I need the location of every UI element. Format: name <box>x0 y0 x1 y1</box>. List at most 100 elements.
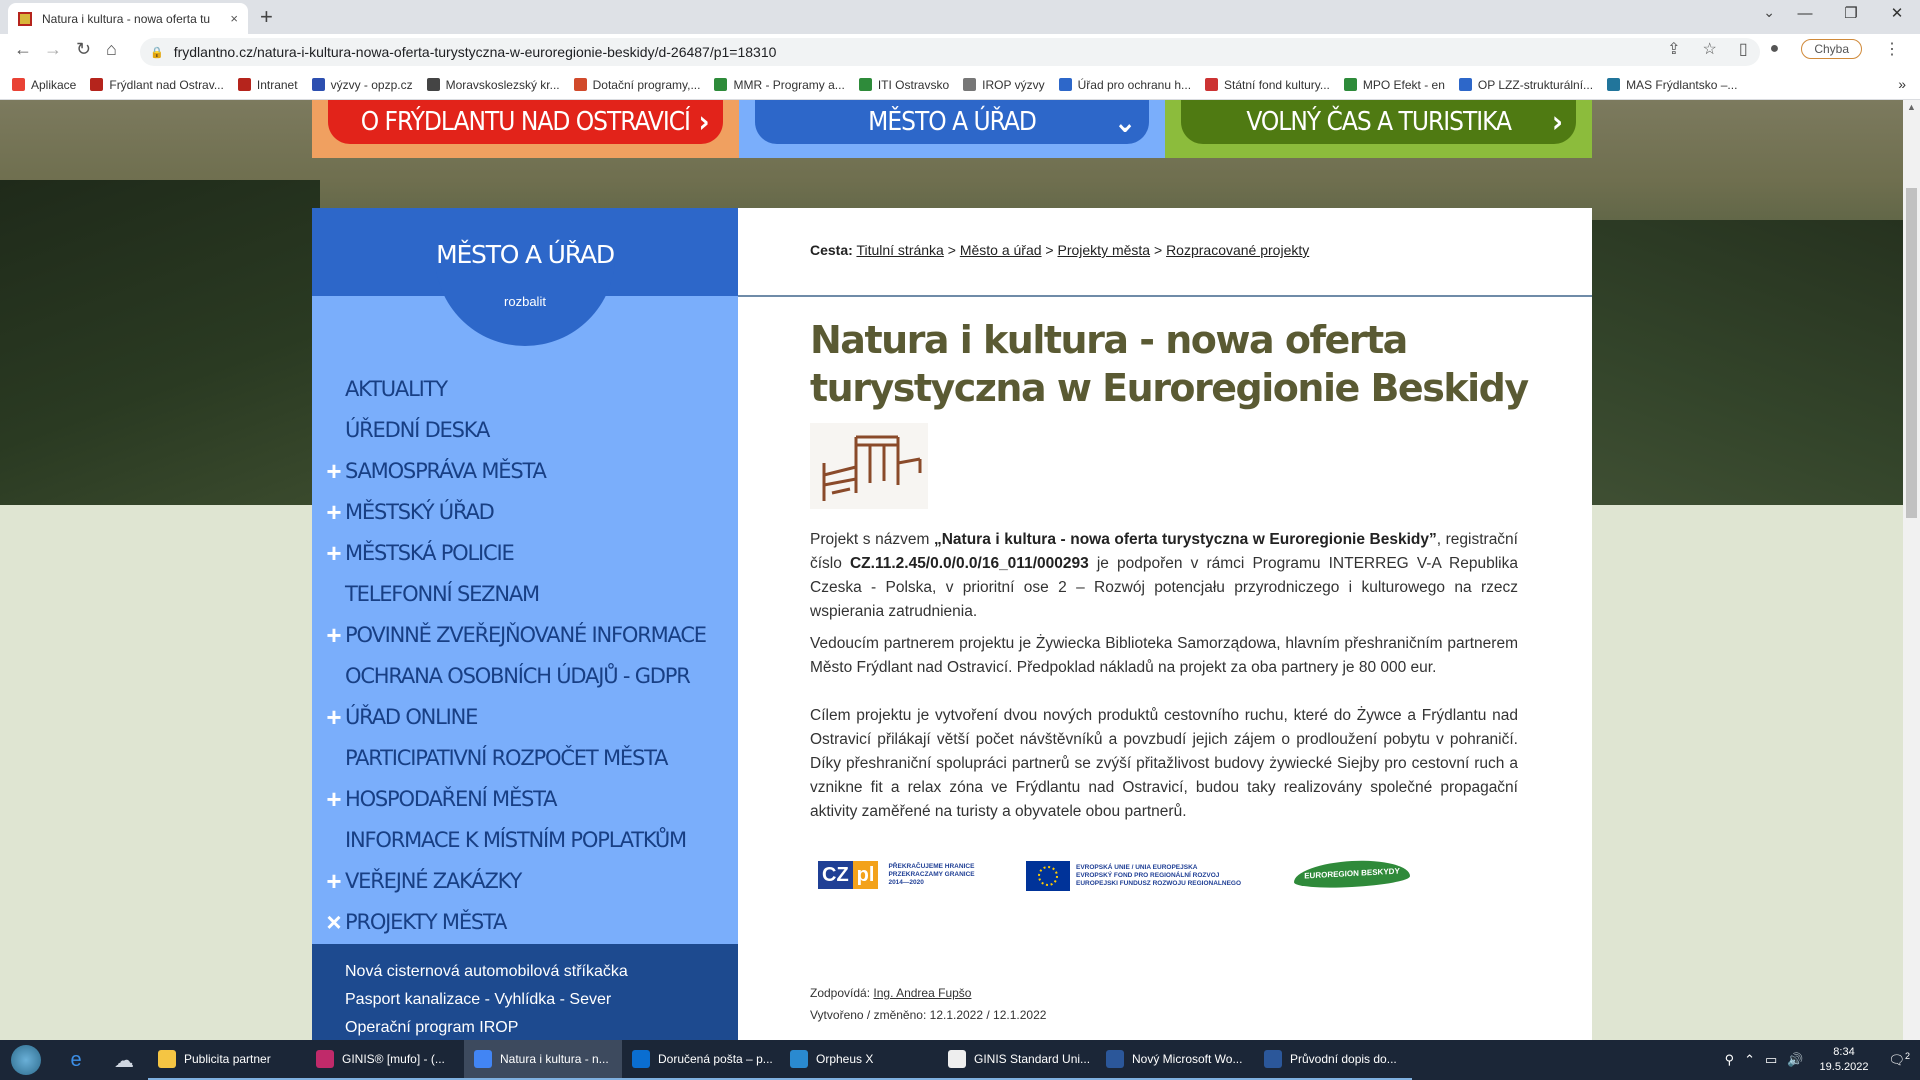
responsible-person-link[interactable]: Ing. Andrea Fupšo <box>873 986 971 1000</box>
bookmark-item[interactable]: Dotační programy,... <box>573 78 700 92</box>
sidebar-menu-item[interactable]: × PROJEKTY MĚSTA <box>312 901 738 942</box>
nav-volny-cas-button[interactable]: VOLNÝ ČAS A TURISTIKA › <box>1181 100 1577 144</box>
taskbar-window-label: GINIS Standard Uni... <box>974 1052 1091 1066</box>
sidebar-menu-item[interactable]: ÚŘEDNÍ DESKA <box>312 409 738 450</box>
taskbar-window-button[interactable]: Natura i kultura - n... <box>464 1040 622 1080</box>
bookmark-item[interactable]: Státní fond kultury... <box>1205 78 1330 92</box>
breadcrumb-link-projekty[interactable]: Projekty města <box>1058 242 1151 258</box>
back-arrow-icon[interactable]: ← <box>14 39 32 60</box>
start-button[interactable] <box>0 1040 52 1080</box>
close-window-button[interactable]: ✕ <box>1874 0 1920 30</box>
breadcrumb-link-home[interactable]: Titulní stránka <box>856 242 943 258</box>
bookmark-item[interactable]: výzvy - opzp.cz <box>311 78 413 92</box>
sidebar-menu-item[interactable]: + VEŘEJNÉ ZAKÁZKY <box>312 860 738 901</box>
nav-mesto-a-urad-button[interactable]: MĚSTO A ÚŘAD ⌄ <box>754 100 1150 144</box>
pinned-app-icon[interactable]: ☁ <box>100 1040 148 1080</box>
expand-plus-icon[interactable]: + <box>324 499 344 525</box>
sidebar-menu-label: PROJEKTY MĚSTA <box>345 909 507 934</box>
tray-overflow-icon[interactable]: ⌃ <box>1744 1052 1755 1068</box>
browser-tab-active[interactable]: Natura i kultura - nowa oferta tu × <box>8 3 248 34</box>
clock[interactable]: 8:34 19.5.2022 <box>1820 1045 1869 1075</box>
sidebar-menu-item[interactable]: + POVINNĚ ZVEŘEJŇOVANÉ INFORMACE <box>312 614 738 655</box>
bookmark-item[interactable]: OP LZZ-strukturální... <box>1458 78 1593 92</box>
expand-plus-icon[interactable]: + <box>324 540 344 566</box>
home-icon[interactable]: ⌂ <box>106 39 117 60</box>
taskbar-window-button[interactable]: Doručená pošta – p... <box>622 1040 780 1080</box>
taskbar-window-button[interactable]: GINIS® [mufo] - (... <box>306 1040 464 1080</box>
scroll-up-arrow-icon[interactable]: ▲ <box>1907 102 1916 112</box>
maximize-button[interactable]: ❐ <box>1828 0 1874 30</box>
profile-avatar-icon[interactable]: ● <box>1770 40 1780 58</box>
bookmark-star-icon[interactable]: ☆ <box>1702 39 1716 59</box>
sidebar-subitem-link[interactable]: Operační program IROP <box>345 1018 738 1040</box>
sidebar-menu-item[interactable]: + SAMOSPRÁVA MĚSTA <box>312 450 738 491</box>
bookmark-item[interactable]: Aplikace <box>12 78 76 92</box>
side-panel-icon[interactable]: ▯ <box>1739 39 1748 59</box>
network-icon[interactable]: ▭ <box>1765 1052 1777 1068</box>
browser-menu-icon[interactable]: ⋮ <box>1884 39 1900 59</box>
people-icon[interactable]: ⚲ <box>1725 1052 1735 1068</box>
taskbar-window-button[interactable]: Nový Microsoft Wo... <box>1096 1040 1254 1080</box>
breadcrumb-link-mesto[interactable]: Město a úřad <box>960 242 1042 258</box>
taskbar-window-button[interactable]: Publicita partner <box>148 1040 306 1080</box>
taskbar-window-button[interactable]: Průvodní dopis do... <box>1254 1040 1412 1080</box>
sidebar-menu-item[interactable]: + HOSPODAŘENÍ MĚSTA <box>312 778 738 819</box>
sidebar-menu-item[interactable]: AKTUALITY <box>312 368 738 409</box>
nav-mesto-a-urad-cell: MĚSTO A ÚŘAD ⌄ <box>738 100 1166 158</box>
expand-plus-icon[interactable]: + <box>324 622 344 648</box>
sidebar-menu-item[interactable]: INFORMACE K MÍSTNÍM POPLATKŮM <box>312 819 738 860</box>
bookmark-item[interactable]: MPO Efekt - en <box>1343 78 1445 92</box>
notifications-button[interactable]: 🗨2 <box>1888 1051 1910 1068</box>
tab-close-icon[interactable]: × <box>230 11 238 26</box>
sidebar-subitem-link[interactable]: Nová cisternová automobilová stříkačka <box>345 962 738 990</box>
expand-plus-icon[interactable]: + <box>324 458 344 484</box>
profile-error-button[interactable]: Chyba <box>1801 39 1862 59</box>
expand-plus-icon[interactable]: + <box>324 868 344 894</box>
page-scrollbar[interactable]: ▲ <box>1903 100 1920 1040</box>
bookmark-item[interactable]: MAS Frýdlantsko –... <box>1607 78 1737 92</box>
bookmark-item[interactable]: Úřad pro ochranu h... <box>1058 77 1192 92</box>
taskbar-window-label: Doručená pošta – p... <box>658 1052 773 1066</box>
edge-pinned-icon[interactable]: e <box>52 1040 100 1080</box>
sidebar-expand-link[interactable]: rozbalit <box>312 294 738 309</box>
taskbar-window-button[interactable]: GINIS Standard Uni... <box>938 1040 1096 1080</box>
sidebar-menu-item[interactable]: PARTICIPATIVNÍ ROZPOČET MĚSTA <box>312 737 738 778</box>
breadcrumb-link-rozpracovane[interactable]: Rozpracované projekty <box>1166 242 1309 258</box>
project-thumbnail-image[interactable] <box>810 423 928 509</box>
sidebar-menu-item[interactable]: TELEFONNÍ SEZNAM <box>312 573 738 614</box>
bookmark-label: Úřad pro ochranu h... <box>1077 77 1192 92</box>
expand-plus-icon[interactable]: + <box>324 786 344 812</box>
volume-icon[interactable]: 🔊 <box>1787 1052 1803 1068</box>
reload-icon[interactable]: ↻ <box>76 39 91 60</box>
bookmark-item[interactable]: ITI Ostravsko <box>858 78 949 92</box>
article-meta: Zodpovídá: Ing. Andrea Fupšo Vytvořeno /… <box>810 982 1046 1026</box>
new-tab-button[interactable]: + <box>260 4 273 30</box>
bookmark-item[interactable]: Intranet <box>237 78 298 92</box>
bookmark-favicon-icon <box>12 78 25 91</box>
bookmark-item[interactable]: Moravskoslezský kr... <box>426 78 560 92</box>
nav-o-frydlantu-button[interactable]: O FRÝDLANTU NAD OSTRAVICÍ › <box>328 100 723 144</box>
minimize-button[interactable]: — <box>1782 0 1828 30</box>
windows-taskbar: e ☁ Publicita partner GINIS® [mufo] - (..… <box>0 1040 1920 1080</box>
scrollbar-thumb[interactable] <box>1906 188 1917 518</box>
share-icon[interactable]: ⇪ <box>1667 39 1680 59</box>
bookmark-label: Aplikace <box>31 77 77 92</box>
sidebar-menu-item[interactable]: + MĚSTSKÁ POLICIE <box>312 532 738 573</box>
expand-plus-icon[interactable]: + <box>324 704 344 730</box>
tab-search-chevron-icon[interactable]: ⌄ <box>1763 4 1775 21</box>
bookmark-label: MMR - Programy a... <box>733 77 845 92</box>
bookmark-item[interactable]: Frýdlant nad Ostrav... <box>90 78 224 92</box>
forward-arrow-icon[interactable]: → <box>44 39 62 60</box>
sidebar-menu-item[interactable]: OCHRANA OSOBNÍCH ÚDAJŮ - GDPR <box>312 655 738 696</box>
bookmarks-overflow-icon[interactable]: » <box>1898 76 1906 92</box>
sidebar-subitem-link[interactable]: Pasport kanalizace - Vyhlídka - Sever <box>345 990 738 1018</box>
main-navigation: O FRÝDLANTU NAD OSTRAVICÍ › MĚSTO A ÚŘAD ⌄ V… <box>312 100 1593 158</box>
sidebar-menu-item[interactable]: + MĚSTSKÝ ÚŘAD <box>312 491 738 532</box>
taskbar-items: Publicita partner GINIS® [mufo] - (... Nat… <box>148 1040 1412 1080</box>
sidebar-menu-item[interactable]: + ÚŘAD ONLINE <box>312 696 738 737</box>
bookmark-item[interactable]: MMR - Programy a... <box>714 77 845 92</box>
taskbar-window-button[interactable]: Orpheus X <box>780 1040 938 1080</box>
collapse-x-icon[interactable]: × <box>324 909 344 935</box>
bookmark-item[interactable]: IROP výzvy <box>963 78 1045 92</box>
address-bar[interactable]: 🔒 frydlantno.cz/natura-i-kultura-nowa-of… <box>140 38 1760 66</box>
